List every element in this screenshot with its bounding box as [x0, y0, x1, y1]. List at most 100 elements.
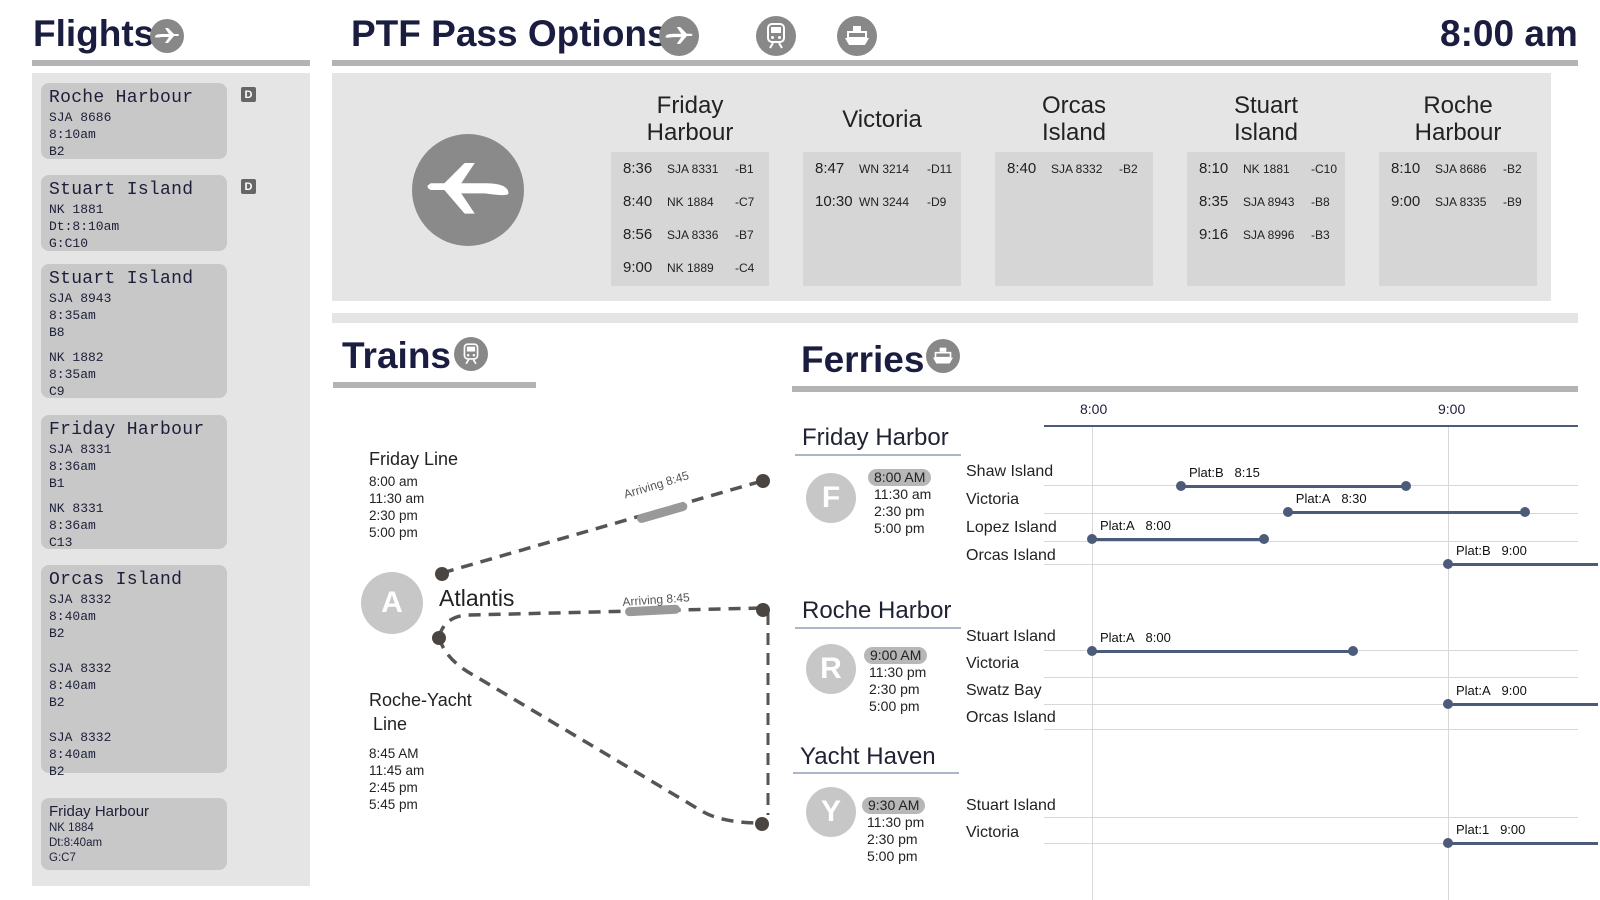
- route-label: Victoria: [966, 655, 1020, 672]
- line-name-suffix: Line: [373, 714, 408, 734]
- terminal-name: Roche Harbor: [802, 597, 952, 624]
- track-node: [756, 474, 770, 488]
- destination-flights: 8:47 WN 3214 -D11 10:30 WN 3244 -D9: [803, 152, 961, 286]
- destination-column: Stuart Island: [1187, 91, 1345, 147]
- route-label: Shaw Island: [966, 463, 1054, 480]
- track-node: [756, 603, 770, 617]
- flight-option[interactable]: 8:40 SJA 8332 -B2: [1007, 160, 1138, 177]
- track-node: [432, 631, 446, 645]
- terminal-rule: [795, 454, 961, 456]
- flight-option[interactable]: 8:47 WN 3214 -D11: [815, 160, 952, 177]
- timeline-gridline: [1092, 427, 1093, 900]
- sailing-end-dot: [1259, 534, 1270, 544]
- station-letter: A: [381, 586, 403, 619]
- terminal-badge: Y: [806, 787, 856, 837]
- sailing-label: Plat:A 8:00: [1100, 518, 1171, 533]
- destination-name: Orcas Island: [1041, 92, 1107, 146]
- track-node: [755, 817, 769, 831]
- route-label: Swatz Bay: [966, 682, 1042, 699]
- route-label: Orcas Island: [966, 547, 1056, 564]
- route-label: Stuart Island: [966, 797, 1056, 814]
- route-gridline: [1044, 513, 1578, 514]
- terminal-schedule: 9:00 AM 11:30 pm 2:30 pm 5:00 pm: [864, 647, 928, 715]
- flight-option[interactable]: 10:30 WN 3244 -D9: [815, 193, 946, 210]
- timeline-tick: 8:00: [1080, 401, 1108, 417]
- route-label: Victoria: [966, 491, 1020, 508]
- route-label: Orcas Island: [966, 709, 1056, 726]
- line-name: Roche-Yacht: [369, 690, 472, 710]
- destination-flights: 8:40 SJA 8332 -B2: [995, 152, 1153, 286]
- terminal-name: Yacht Haven: [800, 743, 936, 770]
- sailing-label: Plat:A 9:00: [1456, 683, 1527, 698]
- route-label: Victoria: [966, 824, 1020, 841]
- route-gridline: [1044, 485, 1578, 486]
- roche-line-track: [437, 606, 770, 825]
- sailing-start-dot: [1176, 481, 1186, 491]
- route-label: Stuart Island: [966, 628, 1056, 645]
- sailing-end-dot: [1348, 646, 1359, 656]
- timeline-axis: [1044, 425, 1578, 427]
- next-departure[interactable]: 8:00 AM: [868, 469, 932, 486]
- train-position-marker: [636, 502, 688, 523]
- terminal-schedule: 9:30 AM 11:30 pm 2:30 pm 5:00 pm: [862, 797, 926, 865]
- departure-time: 11:30 pm: [867, 814, 925, 830]
- departure-time: 2:45 pm: [369, 780, 418, 795]
- timeline-gridline: [1448, 427, 1449, 900]
- departure-time: 5:00 pm: [874, 520, 925, 536]
- timeline-tick: 9:00: [1438, 401, 1466, 417]
- route-gridline: [1044, 677, 1578, 678]
- ferry-icon[interactable]: [837, 16, 877, 56]
- departure-time: 2:30 pm: [867, 831, 918, 847]
- next-departure[interactable]: 9:30 AM: [862, 797, 926, 814]
- sailing-label: Plat:A 8:30: [1295, 491, 1367, 506]
- sailing-end-dot: [1520, 507, 1531, 517]
- ferries-rule: [792, 386, 1578, 392]
- ferry-icon: [926, 339, 960, 373]
- friday-line-schedule[interactable]: Friday Line 8:00 am 11:30 am 2:30 pm 5:0…: [369, 449, 458, 541]
- destination-name: Stuart Island: [1233, 92, 1299, 146]
- departure-time: 5:00 pm: [369, 525, 418, 540]
- destination-name: Victoria: [842, 105, 922, 133]
- terminal-schedule: 8:00 AM 11:30 am 2:30 pm 5:00 pm: [868, 469, 932, 537]
- sailing-label: Plat:B 9:00: [1456, 543, 1527, 558]
- departure-time: 2:30 pm: [874, 503, 925, 519]
- destination-flights: 8:10 NK 1881 -C10 8:35 SJA 8943 -B8 9:16 SJA …: [1187, 152, 1345, 286]
- terminal-badge: R: [806, 644, 856, 694]
- station-name: Atlantis: [439, 585, 515, 611]
- departure-time: 11:30 am: [874, 486, 932, 502]
- clock: 8:00 am: [1440, 13, 1578, 54]
- line-name: Friday Line: [369, 449, 459, 469]
- departure-time: 5:00 pm: [867, 848, 918, 864]
- roche-line-schedule[interactable]: Roche-Yacht Line 8:45 AM 11:45 am 2:45 p…: [369, 690, 472, 813]
- flight-option[interactable]: 9:00 SJA 8335 -B9: [1391, 193, 1522, 210]
- terminal-rule: [795, 627, 961, 629]
- sailing-label: Plat:B 8:15: [1189, 465, 1260, 480]
- next-departure[interactable]: 9:00 AM: [864, 647, 928, 664]
- terminal-rule: [793, 772, 959, 774]
- destination-column: Roche Harbour: [1379, 91, 1537, 147]
- departure-time: 8:45 AM: [369, 746, 419, 761]
- departure-time: 5:45 pm: [369, 797, 418, 812]
- route-gridline: [1044, 650, 1578, 651]
- friday-line-track: [441, 479, 763, 575]
- departure-time: 8:00 am: [369, 474, 418, 489]
- departure-time: 5:00 pm: [869, 698, 920, 714]
- destination-column: Victoria: [803, 91, 961, 147]
- destination-name: Roche Harbour: [1414, 92, 1502, 146]
- route-gridline: [1044, 729, 1578, 730]
- track-node: [435, 567, 449, 581]
- terminal-name: Friday Harbor: [802, 424, 949, 451]
- flight-option[interactable]: 8:10 SJA 8686 -B2: [1391, 160, 1522, 177]
- departure-time: 2:30 pm: [369, 508, 418, 523]
- departure-time: 11:30 am: [369, 491, 425, 506]
- route-gridline: [1044, 817, 1578, 818]
- flight-option[interactable]: 9:16 SJA 8996 -B3: [1199, 226, 1330, 243]
- route-gridline: [1044, 843, 1578, 844]
- ferries-title: Ferries: [801, 339, 925, 380]
- flight-option[interactable]: 8:35 SJA 8943 -B8: [1199, 193, 1330, 210]
- departure-time: 11:45 am: [369, 763, 425, 778]
- terminal-badge: F: [806, 473, 856, 523]
- flight-option[interactable]: 8:10 NK 1881 -C10: [1199, 160, 1337, 177]
- destination-column: Orcas Island: [995, 91, 1153, 147]
- sailing-label: Plat:1 9:00: [1456, 822, 1526, 837]
